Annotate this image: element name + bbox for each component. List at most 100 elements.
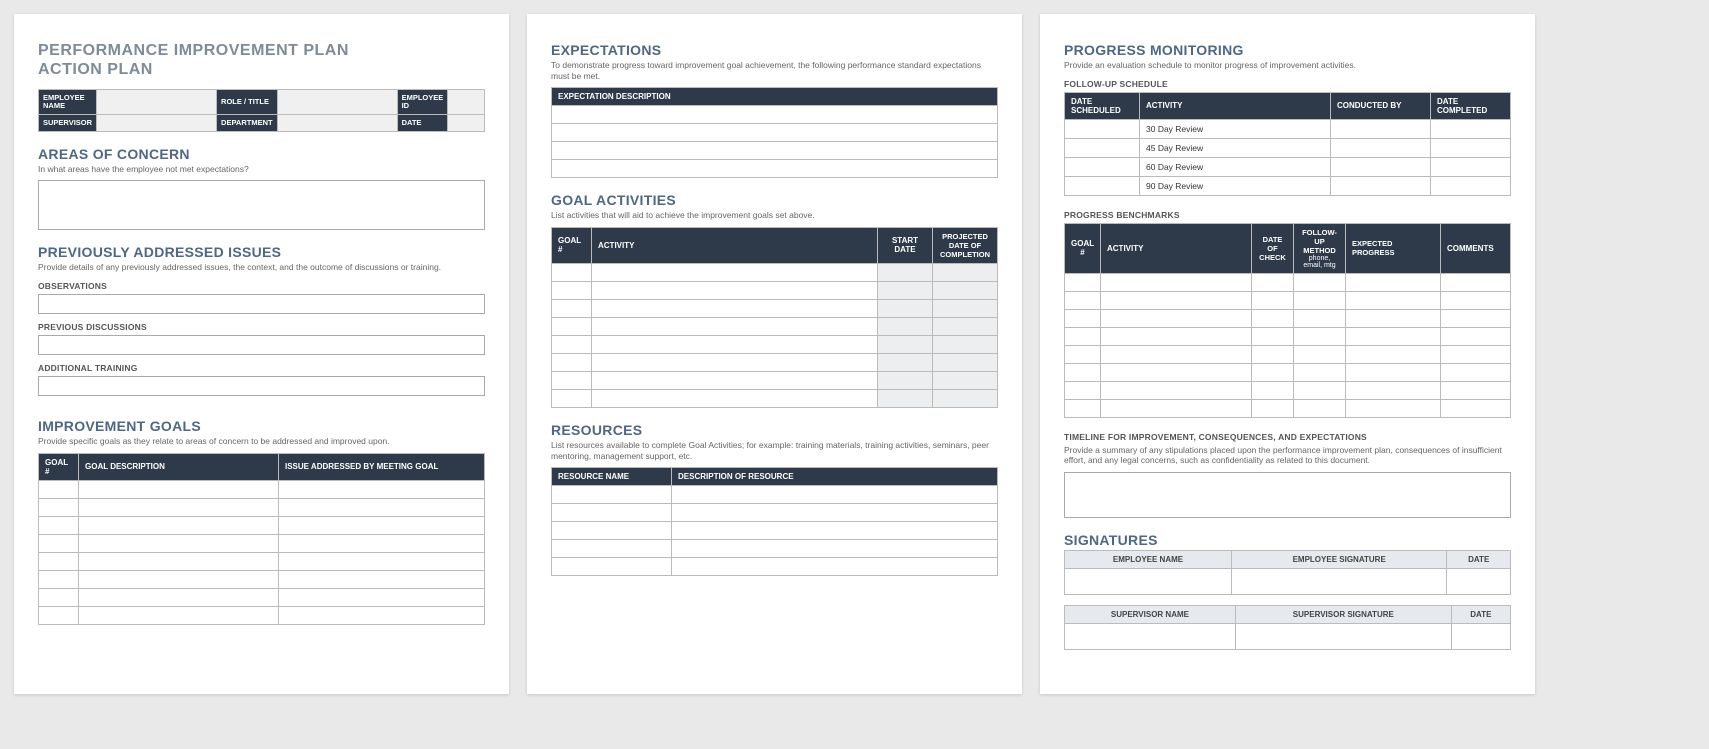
- discussions-box[interactable]: [38, 335, 485, 355]
- table-row[interactable]: [39, 534, 485, 552]
- table-row[interactable]: 30 Day Review: [1065, 119, 1511, 138]
- expectations-table: EXPECTATION DESCRIPTION: [551, 87, 998, 178]
- followup-col-conducted: CONDUCTED BY: [1331, 92, 1431, 119]
- followup-row-activity: 45 Day Review: [1140, 138, 1331, 157]
- doc-title-2: ACTION PLAN: [38, 61, 485, 79]
- improvement-goals-heading: IMPROVEMENT GOALS: [38, 418, 485, 434]
- table-row[interactable]: [39, 552, 485, 570]
- table-row[interactable]: [1065, 309, 1511, 327]
- followup-row-activity: 90 Day Review: [1140, 176, 1331, 195]
- table-row[interactable]: [39, 498, 485, 516]
- observations-label: OBSERVATIONS: [38, 281, 485, 291]
- table-row[interactable]: [1065, 291, 1511, 309]
- label-employee-name: EMPLOYEE NAME: [39, 90, 97, 115]
- table-row[interactable]: [552, 106, 998, 124]
- table-row[interactable]: [1065, 568, 1511, 594]
- table-row[interactable]: [39, 480, 485, 498]
- goal-activities-heading: GOAL ACTIVITIES: [551, 192, 998, 208]
- table-row[interactable]: [552, 371, 998, 389]
- table-row[interactable]: [39, 588, 485, 606]
- followup-col-activity: ACTIVITY: [1140, 92, 1331, 119]
- table-row[interactable]: [552, 558, 998, 576]
- training-label: ADDITIONAL TRAINING: [38, 363, 485, 373]
- table-row[interactable]: [552, 486, 998, 504]
- resources-col-name: RESOURCE NAME: [552, 468, 672, 486]
- field-date[interactable]: [448, 114, 485, 131]
- table-row[interactable]: [552, 299, 998, 317]
- label-employee-id: EMPLOYEE ID: [397, 90, 448, 115]
- table-row[interactable]: [1065, 345, 1511, 363]
- table-row[interactable]: [552, 353, 998, 371]
- table-row[interactable]: [552, 504, 998, 522]
- table-row[interactable]: [552, 281, 998, 299]
- table-row[interactable]: [39, 570, 485, 588]
- followup-col-completed: DATE COMPLETED: [1431, 92, 1511, 119]
- table-row[interactable]: [1065, 381, 1511, 399]
- activities-col-start: START DATE: [878, 227, 933, 263]
- bench-col-comments: COMMENTS: [1441, 223, 1511, 273]
- field-employee-id[interactable]: [448, 90, 485, 115]
- document: PERFORMANCE IMPROVEMENT PLAN ACTION PLAN…: [14, 14, 1695, 694]
- followup-row-activity: 30 Day Review: [1140, 119, 1331, 138]
- followup-schedule-table: DATE SCHEDULED ACTIVITY CONDUCTED BY DAT…: [1064, 92, 1511, 196]
- sig-emp-name-label: EMPLOYEE NAME: [1065, 550, 1232, 568]
- resources-table: RESOURCE NAME DESCRIPTION OF RESOURCE: [551, 467, 998, 576]
- table-row[interactable]: [552, 335, 998, 353]
- field-employee-name[interactable]: [97, 90, 217, 115]
- table-row[interactable]: [552, 142, 998, 160]
- table-row[interactable]: [552, 389, 998, 407]
- table-row[interactable]: [39, 516, 485, 534]
- page-1: PERFORMANCE IMPROVEMENT PLAN ACTION PLAN…: [14, 14, 509, 694]
- table-row[interactable]: [39, 606, 485, 624]
- sig-sup-date-label: DATE: [1451, 605, 1510, 623]
- areas-of-concern-desc: In what areas have the employee not met …: [38, 164, 485, 175]
- bench-col-method: FOLLOW-UP METHODphone, email, mtg: [1294, 223, 1346, 273]
- field-department[interactable]: [277, 114, 397, 131]
- areas-of-concern-box[interactable]: [38, 180, 485, 230]
- observations-box[interactable]: [38, 294, 485, 314]
- training-box[interactable]: [38, 376, 485, 396]
- table-row[interactable]: [1065, 327, 1511, 345]
- table-row[interactable]: [1065, 273, 1511, 291]
- bench-col-progress: EXPECTED PROGRESS: [1346, 223, 1441, 273]
- improvement-goals-desc: Provide specific goals as they relate to…: [38, 436, 485, 447]
- goal-activities-desc: List activities that will aid to achieve…: [551, 210, 998, 221]
- table-row[interactable]: 60 Day Review: [1065, 157, 1511, 176]
- table-row[interactable]: [552, 522, 998, 540]
- field-supervisor[interactable]: [97, 114, 217, 131]
- progress-benchmarks-table: GOAL # ACTIVITY DATE OF CHECK FOLLOW-UP …: [1064, 223, 1511, 418]
- goals-col-desc: GOAL DESCRIPTION: [79, 453, 279, 480]
- employee-info-table: EMPLOYEE NAME ROLE / TITLE EMPLOYEE ID S…: [38, 89, 485, 132]
- table-row[interactable]: [552, 124, 998, 142]
- sig-emp-sign-label: EMPLOYEE SIGNATURE: [1231, 550, 1446, 568]
- table-row[interactable]: 90 Day Review: [1065, 176, 1511, 195]
- table-row[interactable]: [552, 160, 998, 178]
- resources-desc: List resources available to complete Goa…: [551, 440, 998, 461]
- table-row[interactable]: [1065, 399, 1511, 417]
- expectations-col: EXPECTATION DESCRIPTION: [552, 88, 998, 106]
- field-role-title[interactable]: [277, 90, 397, 115]
- table-row[interactable]: [552, 263, 998, 281]
- signatures-heading: SIGNATURES: [1064, 532, 1511, 548]
- sig-sup-name-label: SUPERVISOR NAME: [1065, 605, 1236, 623]
- page-3: PROGRESS MONITORING Provide an evaluatio…: [1040, 14, 1535, 694]
- doc-title-1: PERFORMANCE IMPROVEMENT PLAN: [38, 42, 485, 60]
- areas-of-concern-heading: AREAS OF CONCERN: [38, 146, 485, 162]
- sig-emp-date-label: DATE: [1447, 550, 1511, 568]
- timeline-box[interactable]: [1064, 472, 1511, 518]
- table-row[interactable]: [552, 540, 998, 558]
- timeline-label: TIMELINE FOR IMPROVEMENT, CONSEQUENCES, …: [1064, 432, 1511, 442]
- goal-activities-table: GOAL # ACTIVITY START DATE PROJECTED DAT…: [551, 227, 998, 408]
- table-row[interactable]: [1065, 363, 1511, 381]
- goals-col-issue: ISSUE ADDRESSED BY MEETING GOAL: [279, 453, 485, 480]
- label-date: DATE: [397, 114, 448, 131]
- table-row[interactable]: [1065, 623, 1511, 649]
- table-row[interactable]: [552, 317, 998, 335]
- table-row[interactable]: 45 Day Review: [1065, 138, 1511, 157]
- prev-issues-heading: PREVIOUSLY ADDRESSED ISSUES: [38, 244, 485, 260]
- expectations-heading: EXPECTATIONS: [551, 42, 998, 58]
- goals-col-num: GOAL #: [39, 453, 79, 480]
- employee-signature-table: EMPLOYEE NAME EMPLOYEE SIGNATURE DATE: [1064, 550, 1511, 595]
- progress-monitoring-heading: PROGRESS MONITORING: [1064, 42, 1511, 58]
- page-2: EXPECTATIONS To demonstrate progress tow…: [527, 14, 1022, 694]
